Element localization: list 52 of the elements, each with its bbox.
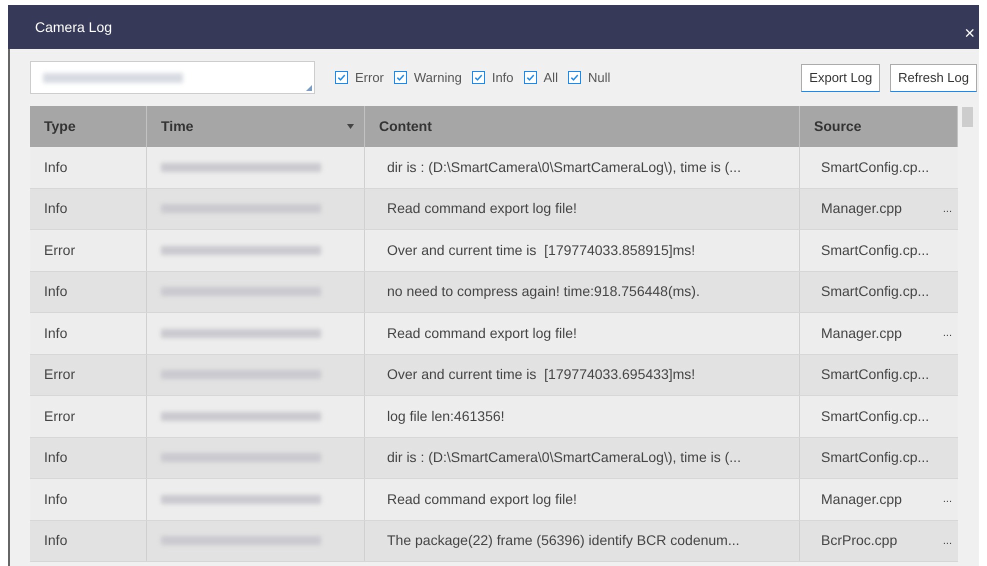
window-title: Camera Log [35,18,112,37]
log-button[interactable]: Refresh Log [890,64,977,92]
more-text: ... [942,492,952,507]
table-cell: dir is : (D:\SmartCamera\0\SmartCameraLog\), time is (... [365,147,800,188]
table-cell: Info [30,188,147,229]
filter-label: Info [492,68,514,87]
checkbox[interactable] [524,71,537,84]
table-cell: Info [30,479,147,520]
table-cell: Info [30,520,147,561]
table-cell-text: SmartConfig.cp... [821,158,930,177]
table-cell-text: SmartConfig.cp... [821,240,930,260]
table-cell-text: SmartConfig.cp... [821,282,930,302]
table-cell: Error [30,230,147,270]
table-cell-text: SmartConfig.cp... [821,365,930,384]
table-cell: Error [30,396,147,436]
table-cell-text: SmartConfig.cp... [821,406,930,426]
scroll-thumb[interactable] [962,107,973,127]
device-field[interactable] [30,61,315,94]
more-text: ... [942,202,952,216]
table-cell: The package(22) frame (56396) identify BCR codenum... [365,520,800,561]
table-cell-text: Manager.cpp [821,324,902,343]
table-cell: Info [30,147,147,188]
table-cell: Info [30,272,147,312]
more-text: ... [942,534,952,548]
table-cell-text: SmartConfig.cp... [821,448,930,468]
table-cell: Over and current time is [179774033.858915]ms! [365,230,800,270]
table-cell-text: Manager.cpp [821,490,902,509]
checkbox[interactable] [394,71,407,84]
table-cell: Info [30,438,147,478]
table-cell: log file len:461356! [365,396,800,436]
resize-grip-icon [306,85,312,91]
sort-arrow-icon [347,124,354,129]
filter-label: All [544,68,558,87]
filter-label: Null [588,68,610,87]
close-button[interactable]: × [964,24,975,42]
table-cell-text: BcrProc.cpp [821,531,898,550]
table-cell: Error [30,354,147,395]
table-cell: Read command export log file! [365,313,800,354]
checkbox[interactable] [335,71,348,84]
log-button[interactable]: Export Log [801,64,880,92]
table-cell: Info [30,313,147,354]
more-text: ... [942,326,952,341]
table-cell: no need to compress again! time:918.756448(ms). [365,272,800,312]
table-cell: dir is : (D:\SmartCamera\0\SmartCameraLog\), time is (... [365,438,800,478]
checkbox[interactable] [568,71,581,84]
table-cell: Read command export log file! [365,479,800,520]
filter-label: Error [355,68,384,87]
table-cell: Over and current time is [179774033.695433]ms! [365,354,800,395]
filter-label: Warning [414,68,462,87]
table-cell-text: Manager.cpp [821,199,902,218]
table-cell: Read command export log file! [365,188,800,229]
checkbox[interactable] [472,71,485,84]
